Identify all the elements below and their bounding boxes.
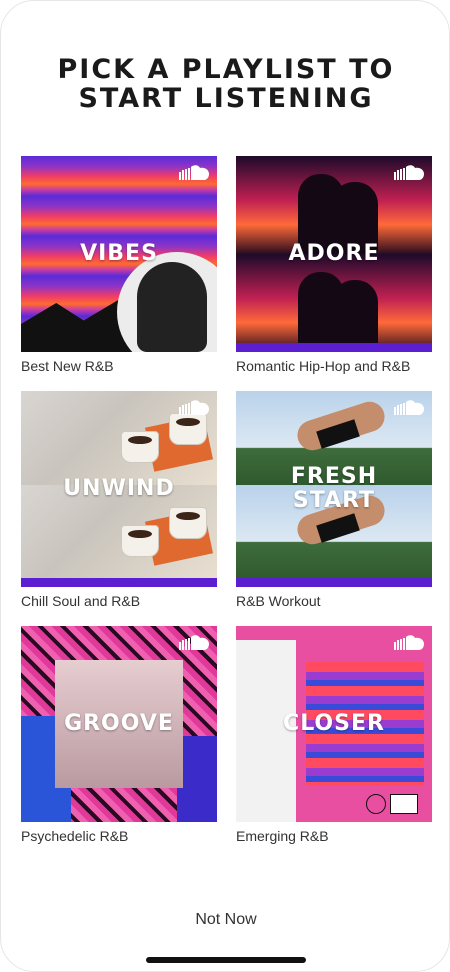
app-screen: PICK A PLAYLIST TO START LISTENING VIBES… (0, 0, 450, 972)
not-now-button[interactable]: Not Now (1, 911, 449, 929)
page-title: PICK A PLAYLIST TO START LISTENING (57, 54, 395, 114)
cover-title: VIBES (80, 241, 158, 266)
playlist-caption: Chill Soul and R&B (21, 593, 141, 609)
cover-title: UNWIND (63, 476, 175, 501)
soundcloud-icon (179, 634, 209, 655)
playlist-tile-chill-soul-rnb[interactable]: UNWIND Chill Soul and R&B (21, 391, 217, 609)
playlist-cover[interactable]: GROOVE (21, 626, 217, 822)
soundcloud-icon (394, 164, 424, 185)
soundcloud-icon (179, 399, 209, 420)
playlist-cover[interactable]: CLOSER (236, 626, 432, 822)
playlist-caption: R&B Workout (236, 593, 321, 609)
advisory-badge-icon (390, 794, 418, 814)
playlist-caption: Emerging R&B (236, 828, 329, 844)
playlist-cover[interactable]: UNWIND (21, 391, 217, 587)
playlist-tile-emerging-rnb[interactable]: CLOSER Emerging R&B (236, 626, 432, 844)
playlist-tile-best-new-rnb[interactable]: VIBES Best New R&B (21, 156, 217, 374)
cover-title: GROOVE (64, 711, 174, 736)
cover-title: ADORE (288, 241, 380, 266)
soundcloud-icon (394, 399, 424, 420)
playlist-caption: Best New R&B (21, 358, 114, 374)
cover-title: CLOSER (283, 711, 385, 736)
playlist-cover[interactable]: FRESH START (236, 391, 432, 587)
playlist-tile-romantic-hiphop-rnb[interactable]: ADORE Romantic Hip-Hop and R&B (236, 156, 432, 374)
cover-title: FRESH START (290, 464, 378, 513)
playlist-cover[interactable]: ADORE (236, 156, 432, 352)
home-indicator[interactable] (146, 957, 306, 963)
playlist-cover[interactable]: VIBES (21, 156, 217, 352)
soundcloud-icon (394, 634, 424, 655)
playlist-caption: Psychedelic R&B (21, 828, 129, 844)
playlist-tile-psychedelic-rnb[interactable]: GROOVE Psychedelic R&B (21, 626, 217, 844)
playlist-tile-rnb-workout[interactable]: FRESH START R&B Workout (236, 391, 432, 609)
seal-icon (366, 794, 386, 814)
playlist-caption: Romantic Hip-Hop and R&B (236, 358, 411, 374)
soundcloud-icon (179, 164, 209, 185)
